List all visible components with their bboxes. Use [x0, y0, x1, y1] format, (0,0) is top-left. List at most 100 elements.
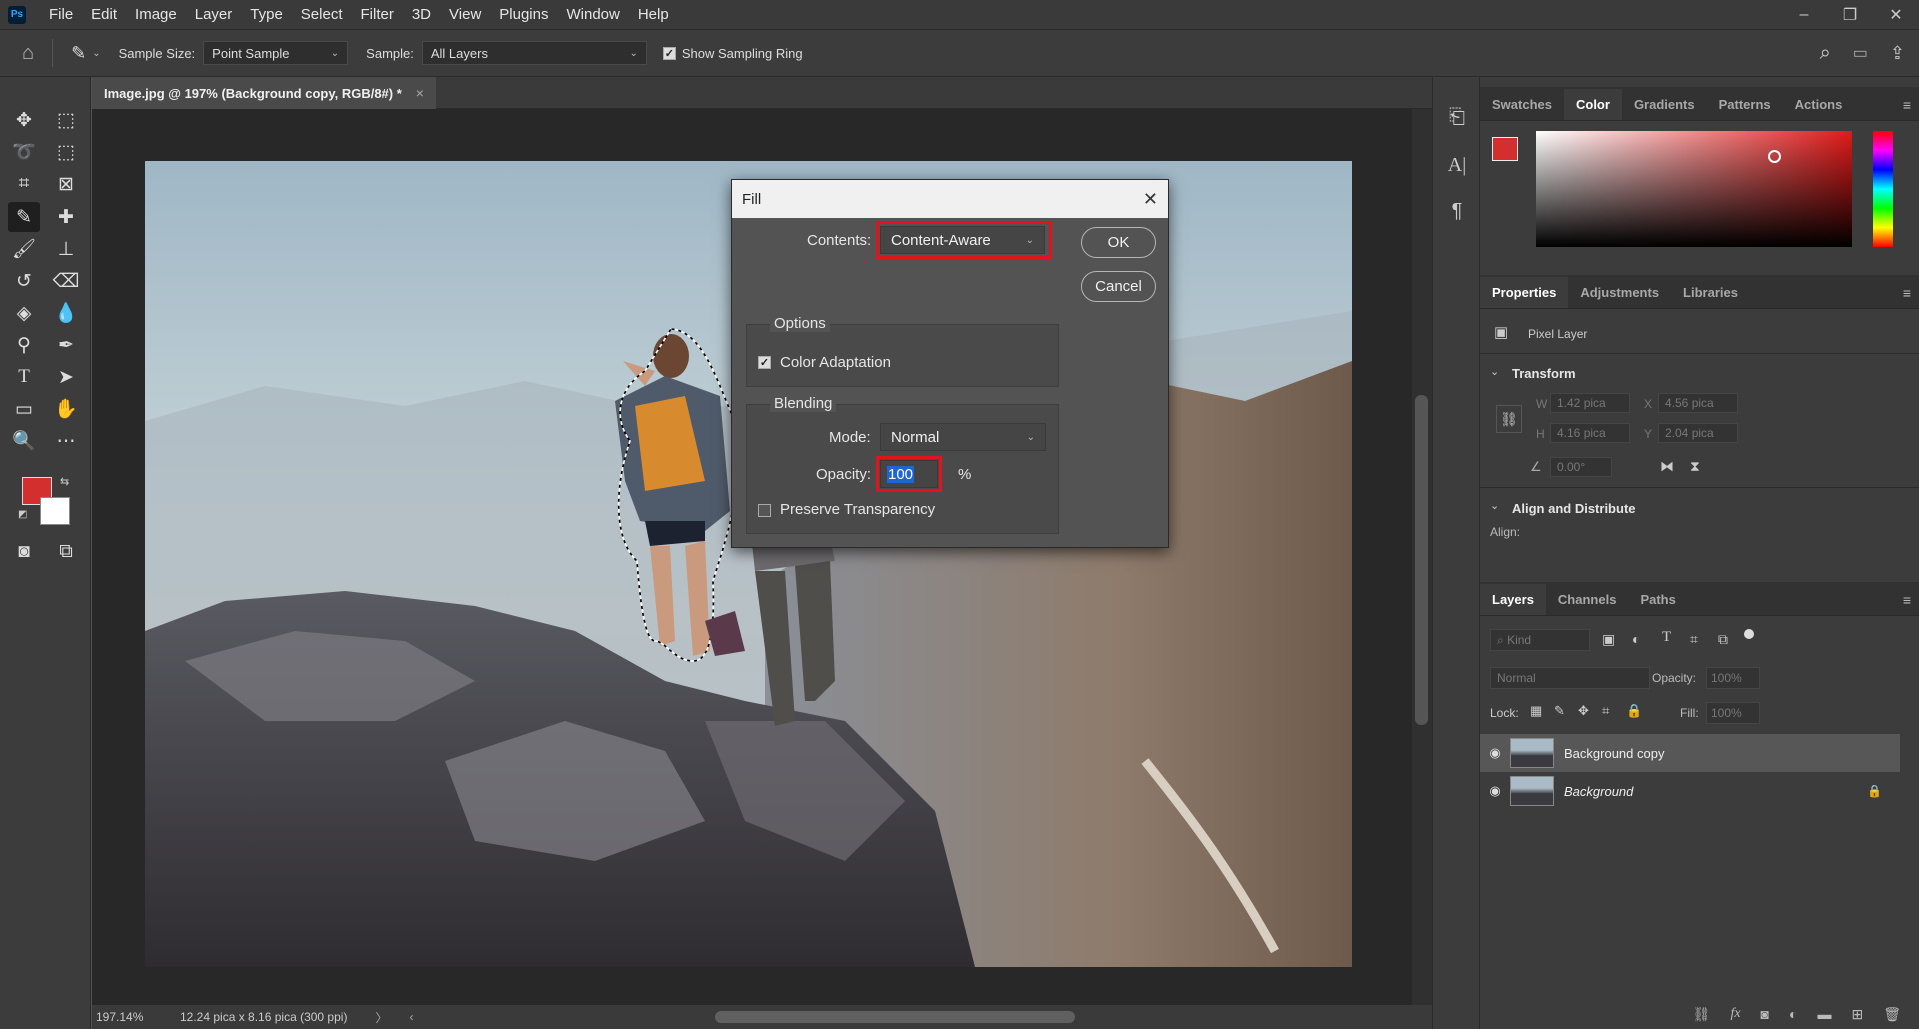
menu-image[interactable]: Image [126, 6, 186, 23]
link-dimensions-icon[interactable]: ⛓ [1496, 405, 1522, 433]
preserve-transparency-checkbox[interactable] [758, 504, 771, 517]
menu-type[interactable]: Type [241, 6, 292, 23]
eyedropper-tool-icon[interactable]: ✎ [8, 202, 40, 232]
align-chevron-icon[interactable]: ⌄ [1490, 499, 1499, 512]
new-group-icon[interactable]: ▬ [1817, 1006, 1831, 1022]
color-adaptation-checkbox[interactable]: ✓ [758, 356, 771, 369]
tab-layers[interactable]: Layers [1480, 584, 1546, 615]
width-field[interactable]: 1.42 pica [1550, 393, 1630, 413]
move-tool-icon[interactable]: ✥ [8, 105, 40, 135]
tab-gradients[interactable]: Gradients [1622, 97, 1707, 120]
quick-mask-icon[interactable]: ◙ [8, 537, 40, 567]
layer-name[interactable]: Background [1564, 784, 1633, 799]
new-adjustment-layer-icon[interactable]: ◐ [1789, 1006, 1797, 1022]
zoom-tool-icon[interactable]: 🔍 [8, 426, 40, 456]
panel-foreground-swatch[interactable] [1492, 137, 1518, 161]
tab-swatches[interactable]: Swatches [1480, 97, 1564, 120]
close-icon[interactable]: ✕ [1143, 189, 1158, 210]
menu-help[interactable]: Help [629, 6, 678, 23]
mode-select[interactable]: Normal ⌄ [880, 423, 1046, 451]
lock-all-icon[interactable]: 🔒 [1626, 703, 1642, 719]
menu-file[interactable]: File [40, 6, 82, 23]
more-tools-icon[interactable]: ⋯ [50, 426, 82, 456]
filter-type-icon[interactable]: T [1662, 629, 1671, 646]
layer-row-background[interactable]: ◉ Background 🔒 [1480, 772, 1900, 810]
vertical-scrollbar-thumb[interactable] [1415, 395, 1428, 725]
rectangle-tool-icon[interactable]: ▭ [8, 394, 40, 424]
minimize-icon[interactable]: – [1781, 6, 1827, 24]
link-layers-icon[interactable]: ⛓ [1693, 1006, 1711, 1023]
horizontal-scrollbar-thumb[interactable] [715, 1011, 1075, 1023]
tab-color[interactable]: Color [1563, 89, 1622, 120]
workspace-icon[interactable]: ▭ [1853, 43, 1868, 63]
home-icon[interactable]: ⌂ [22, 42, 34, 65]
search-icon[interactable]: ⌕ [1820, 42, 1831, 65]
layers-panel-menu-icon[interactable]: ≡ [1903, 592, 1911, 608]
visibility-eye-icon[interactable]: ◉ [1480, 783, 1510, 799]
eyedropper-tool-icon[interactable]: ✎ [71, 43, 86, 64]
scroll-left-icon[interactable]: ‹ [409, 1010, 413, 1024]
layer-row-background-copy[interactable]: ◉ Background copy [1480, 734, 1900, 772]
properties-panel-menu-icon[interactable]: ≡ [1903, 285, 1911, 301]
tab-libraries[interactable]: Libraries [1671, 285, 1750, 308]
visibility-eye-icon[interactable]: ◉ [1480, 745, 1510, 761]
share-icon[interactable]: ⇪ [1890, 43, 1905, 64]
tool-preset-chevron-icon[interactable]: ⌄ [92, 48, 100, 59]
color-picker-ring[interactable] [1768, 150, 1781, 163]
delete-layer-icon[interactable]: 🗑 [1883, 1006, 1901, 1023]
blend-mode-select[interactable]: Normal [1490, 667, 1650, 689]
sample-size-select[interactable]: Point Sample ⌄ [203, 41, 349, 65]
filter-shape-icon[interactable]: ⌗ [1690, 631, 1698, 648]
fill-field[interactable]: 100% [1706, 702, 1760, 724]
close-window-icon[interactable]: ✕ [1873, 5, 1919, 25]
stamp-tool-icon[interactable]: ⊥ [50, 234, 82, 264]
crop-tool-icon[interactable]: ⌗ [8, 169, 40, 199]
menu-window[interactable]: Window [557, 6, 628, 23]
filter-smart-object-icon[interactable]: ⧉ [1718, 631, 1728, 648]
cancel-button[interactable]: Cancel [1081, 271, 1156, 302]
layer-style-icon[interactable]: fx [1730, 1006, 1740, 1022]
zoom-level[interactable]: 197.14% [96, 1010, 168, 1024]
blur-tool-icon[interactable]: 💧 [50, 298, 82, 328]
color-field[interactable] [1536, 131, 1852, 247]
filter-pixel-icon[interactable]: ▣ [1602, 631, 1615, 648]
tab-paths[interactable]: Paths [1628, 592, 1687, 615]
menu-select[interactable]: Select [292, 6, 352, 23]
type-tool-icon[interactable]: T [8, 362, 40, 392]
flip-vertical-icon[interactable]: ⧗ [1690, 458, 1700, 475]
paragraph-panel-icon[interactable]: ¶ [1441, 195, 1473, 227]
layer-opacity-field[interactable]: 100% [1706, 667, 1760, 689]
height-field[interactable]: 4.16 pica [1550, 423, 1630, 443]
lock-pixels-icon[interactable]: ✎ [1554, 703, 1565, 719]
pen-tool-icon[interactable]: ✒ [50, 330, 82, 360]
paint-bucket-tool-icon[interactable]: ◈ [8, 298, 40, 328]
show-sampling-ring-checkbox[interactable]: ✓ [662, 46, 676, 60]
restore-icon[interactable]: ❐ [1827, 5, 1873, 25]
healing-brush-tool-icon[interactable]: ✚ [50, 202, 82, 232]
screen-mode-icon[interactable]: ⧉ [50, 537, 82, 567]
object-selection-tool-icon[interactable]: ⬚ [50, 137, 82, 167]
preserve-transparency-label[interactable]: Preserve Transparency [780, 501, 935, 518]
history-brush-tool-icon[interactable]: ↺ [8, 266, 40, 296]
background-color-swatch[interactable] [40, 497, 70, 525]
menu-layer[interactable]: Layer [186, 6, 242, 23]
color-adaptation-label[interactable]: Color Adaptation [780, 354, 891, 371]
document-tab[interactable]: Image.jpg @ 197% (Background copy, RGB/8… [92, 77, 436, 109]
status-expand-icon[interactable]: 〉 [375, 1009, 387, 1026]
hue-slider[interactable] [1873, 131, 1893, 247]
menu-filter[interactable]: Filter [352, 6, 403, 23]
menu-edit[interactable]: Edit [82, 6, 126, 23]
marquee-tool-icon[interactable]: ⬚ [50, 105, 82, 135]
x-field[interactable]: 4.56 pica [1658, 393, 1738, 413]
lasso-tool-icon[interactable]: ➰ [8, 137, 40, 167]
angle-field[interactable]: 0.00° [1550, 457, 1612, 477]
tab-properties[interactable]: Properties [1480, 277, 1569, 308]
tab-actions[interactable]: Actions [1783, 97, 1855, 120]
sample-select[interactable]: All Layers ⌄ [421, 41, 647, 65]
history-panel-icon[interactable]: ⎗ [1441, 101, 1473, 133]
lock-position-icon[interactable]: ✥ [1578, 703, 1589, 719]
path-selection-tool-icon[interactable]: ➤ [50, 362, 82, 392]
swap-colors-icon[interactable]: ⇆ [60, 475, 69, 488]
tab-patterns[interactable]: Patterns [1707, 97, 1783, 120]
close-tab-icon[interactable]: × [416, 85, 424, 101]
